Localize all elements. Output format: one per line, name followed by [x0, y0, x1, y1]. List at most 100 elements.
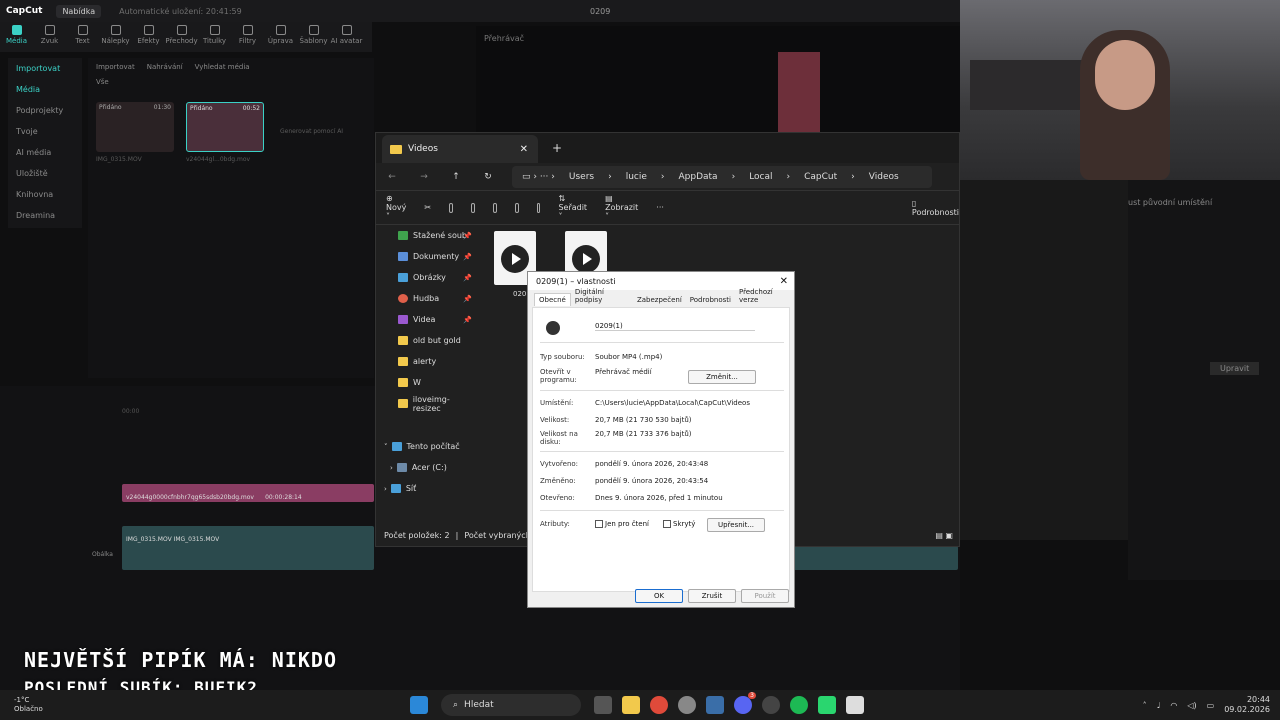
- sidebar-item-import[interactable]: Importovat: [8, 58, 82, 79]
- filename-field[interactable]: 0209(1): [595, 322, 755, 331]
- tool-ai-avatar[interactable]: AI avatar: [330, 22, 363, 52]
- app-icon[interactable]: [706, 696, 724, 714]
- nav-item-folder[interactable]: iloveimg-resizec: [376, 393, 476, 414]
- mic-icon[interactable]: ♩: [1157, 701, 1161, 710]
- rename-icon[interactable]: [492, 202, 497, 213]
- sidebar-item-ai-media[interactable]: AI média: [8, 142, 82, 163]
- file-explorer-icon[interactable]: [622, 696, 640, 714]
- nav-item-music[interactable]: Hudba 📌: [376, 288, 476, 309]
- settings-icon[interactable]: [678, 696, 696, 714]
- nav-item-folder[interactable]: W: [376, 372, 476, 393]
- hidden-checkbox[interactable]: Skrytý: [663, 520, 695, 528]
- nav-item-videos[interactable]: Videa 📌: [376, 309, 476, 330]
- timeline-clip-main[interactable]: IMG_0315.MOV IMG_0315.MOV: [122, 526, 374, 570]
- share-icon[interactable]: [514, 202, 519, 213]
- breadcrumb-item[interactable]: CapCut: [804, 172, 837, 182]
- breadcrumb-item[interactable]: Videos: [869, 172, 899, 182]
- taskbar-search[interactable]: ⌕ Hledat: [441, 694, 581, 716]
- nav-item-folder[interactable]: alerty: [376, 351, 476, 372]
- back-icon[interactable]: ←: [376, 172, 408, 182]
- start-icon[interactable]: [410, 696, 428, 714]
- breadcrumb-item[interactable]: Users: [569, 172, 594, 182]
- more-icon[interactable]: ···: [656, 203, 664, 212]
- new-button[interactable]: ⊕ Nový ˅: [386, 194, 406, 221]
- breadcrumb[interactable]: ▭ › ··· › Users › lucie › AppData › Local › …: [512, 165, 932, 188]
- sort-button[interactable]: ⇅ Seřadit ˅: [558, 194, 587, 221]
- tool-transitions[interactable]: Přechody: [165, 22, 198, 52]
- media-clip-2[interactable]: Přidáno 00:52: [186, 102, 264, 152]
- breadcrumb-item[interactable]: AppData: [679, 172, 718, 182]
- capcut-icon[interactable]: [846, 696, 864, 714]
- sidebar-item-library[interactable]: Knihovna: [8, 184, 82, 205]
- tab-security[interactable]: Zabezpečení: [633, 294, 686, 306]
- breadcrumb-item[interactable]: Local: [749, 172, 772, 182]
- nav-item-documents[interactable]: Dokumenty 📌: [376, 246, 476, 267]
- new-tab-button[interactable]: +: [552, 141, 562, 155]
- tool-effects[interactable]: Efekty: [132, 22, 165, 52]
- tool-captions[interactable]: Titulky: [198, 22, 231, 52]
- timeline-clip-video[interactable]: v24044g0000cfnbhr7qg65sdsb20bdg.mov 00:0…: [122, 484, 374, 502]
- close-icon[interactable]: ✕: [520, 144, 528, 155]
- sidebar-item-dreamina[interactable]: Dreamina: [8, 205, 82, 226]
- advanced-button[interactable]: Upřesnit...: [707, 518, 765, 532]
- sidebar-item-media[interactable]: Média: [8, 79, 82, 100]
- nav-item-pictures[interactable]: Obrázky 📌: [376, 267, 476, 288]
- edit-button[interactable]: Upravit: [1210, 362, 1260, 375]
- tab-videos[interactable]: Videos ✕: [382, 135, 538, 163]
- apply-button[interactable]: Použít: [741, 589, 789, 603]
- cover-button[interactable]: Obálka: [92, 551, 113, 558]
- tool-templates[interactable]: Šablony: [297, 22, 330, 52]
- tool-adjust[interactable]: Úprava: [264, 22, 297, 52]
- app-icon-green[interactable]: [818, 696, 836, 714]
- view-toggle-icon[interactable]: ▤ ▣: [935, 531, 953, 540]
- battery-icon[interactable]: ▭: [1207, 701, 1215, 710]
- sidebar-item-subprojects[interactable]: Podprojekty: [8, 100, 82, 121]
- wifi-icon[interactable]: ◠: [1170, 701, 1177, 710]
- tab-details[interactable]: Podrobnosti: [686, 294, 735, 306]
- up-icon[interactable]: ↑: [440, 172, 472, 182]
- tool-stickers[interactable]: Nálepky: [99, 22, 132, 52]
- nav-item-downloads[interactable]: Stažené soub 📌: [376, 225, 476, 246]
- breadcrumb-item[interactable]: lucie: [626, 172, 647, 182]
- sidebar-item-yours[interactable]: Tvoje: [8, 121, 82, 142]
- media-clip-1[interactable]: Přidáno 01:30: [96, 102, 174, 152]
- change-button[interactable]: Změnit...: [688, 370, 756, 384]
- refresh-icon[interactable]: ↻: [472, 172, 504, 182]
- tab-signatures[interactable]: Digitální podpisy: [571, 286, 633, 306]
- chevron-up-icon[interactable]: ˄: [1143, 701, 1147, 710]
- tool-media[interactable]: Média: [0, 22, 33, 52]
- tab-previous-versions[interactable]: Předchozí verze: [735, 286, 794, 306]
- tool-text[interactable]: Text: [66, 22, 99, 52]
- nav-item-folder[interactable]: old but gold: [376, 330, 476, 351]
- delete-icon[interactable]: [536, 202, 541, 213]
- import-button[interactable]: Importovat: [96, 63, 135, 71]
- readonly-checkbox[interactable]: Jen pro čtení: [595, 520, 649, 528]
- nav-item-this-pc[interactable]: ˅ Tento počítač: [376, 436, 476, 457]
- generate-ai-button[interactable]: Generovat pomocí AI: [280, 128, 343, 135]
- spotify-icon[interactable]: [790, 696, 808, 714]
- tool-audio[interactable]: Zvuk: [33, 22, 66, 52]
- chrome-icon[interactable]: [650, 696, 668, 714]
- clock[interactable]: 20:44 09.02.2026: [1224, 695, 1270, 715]
- menu-button[interactable]: Nabídka: [56, 4, 102, 18]
- task-view-icon[interactable]: [594, 696, 612, 714]
- forward-icon[interactable]: →: [408, 172, 440, 182]
- close-icon[interactable]: ✕: [780, 276, 788, 287]
- paste-icon[interactable]: [470, 202, 475, 213]
- discord-icon[interactable]: 3: [734, 692, 756, 714]
- view-button[interactable]: ▤ Zobrazit ˅: [605, 194, 638, 221]
- details-button[interactable]: ▯ Podrobnosti: [912, 199, 959, 217]
- tool-filters[interactable]: Filtry: [231, 22, 264, 52]
- cut-icon[interactable]: ✂: [424, 203, 431, 212]
- cancel-button[interactable]: Zrušit: [688, 589, 736, 603]
- record-button[interactable]: Nahrávání: [147, 63, 183, 71]
- obs-icon[interactable]: [762, 696, 780, 714]
- nav-item-network[interactable]: › Síť: [376, 478, 476, 499]
- ok-button[interactable]: OK: [635, 589, 683, 603]
- media-search-input[interactable]: Vyhledat média: [195, 63, 250, 71]
- sidebar-item-storage[interactable]: Uložiště: [8, 163, 82, 184]
- timeline-clip-tail[interactable]: [790, 546, 958, 570]
- nav-item-drive[interactable]: › Acer (C:): [376, 457, 476, 478]
- tab-general[interactable]: Obecné: [534, 293, 571, 306]
- weather-widget[interactable]: -1°C Oblačno: [14, 696, 74, 714]
